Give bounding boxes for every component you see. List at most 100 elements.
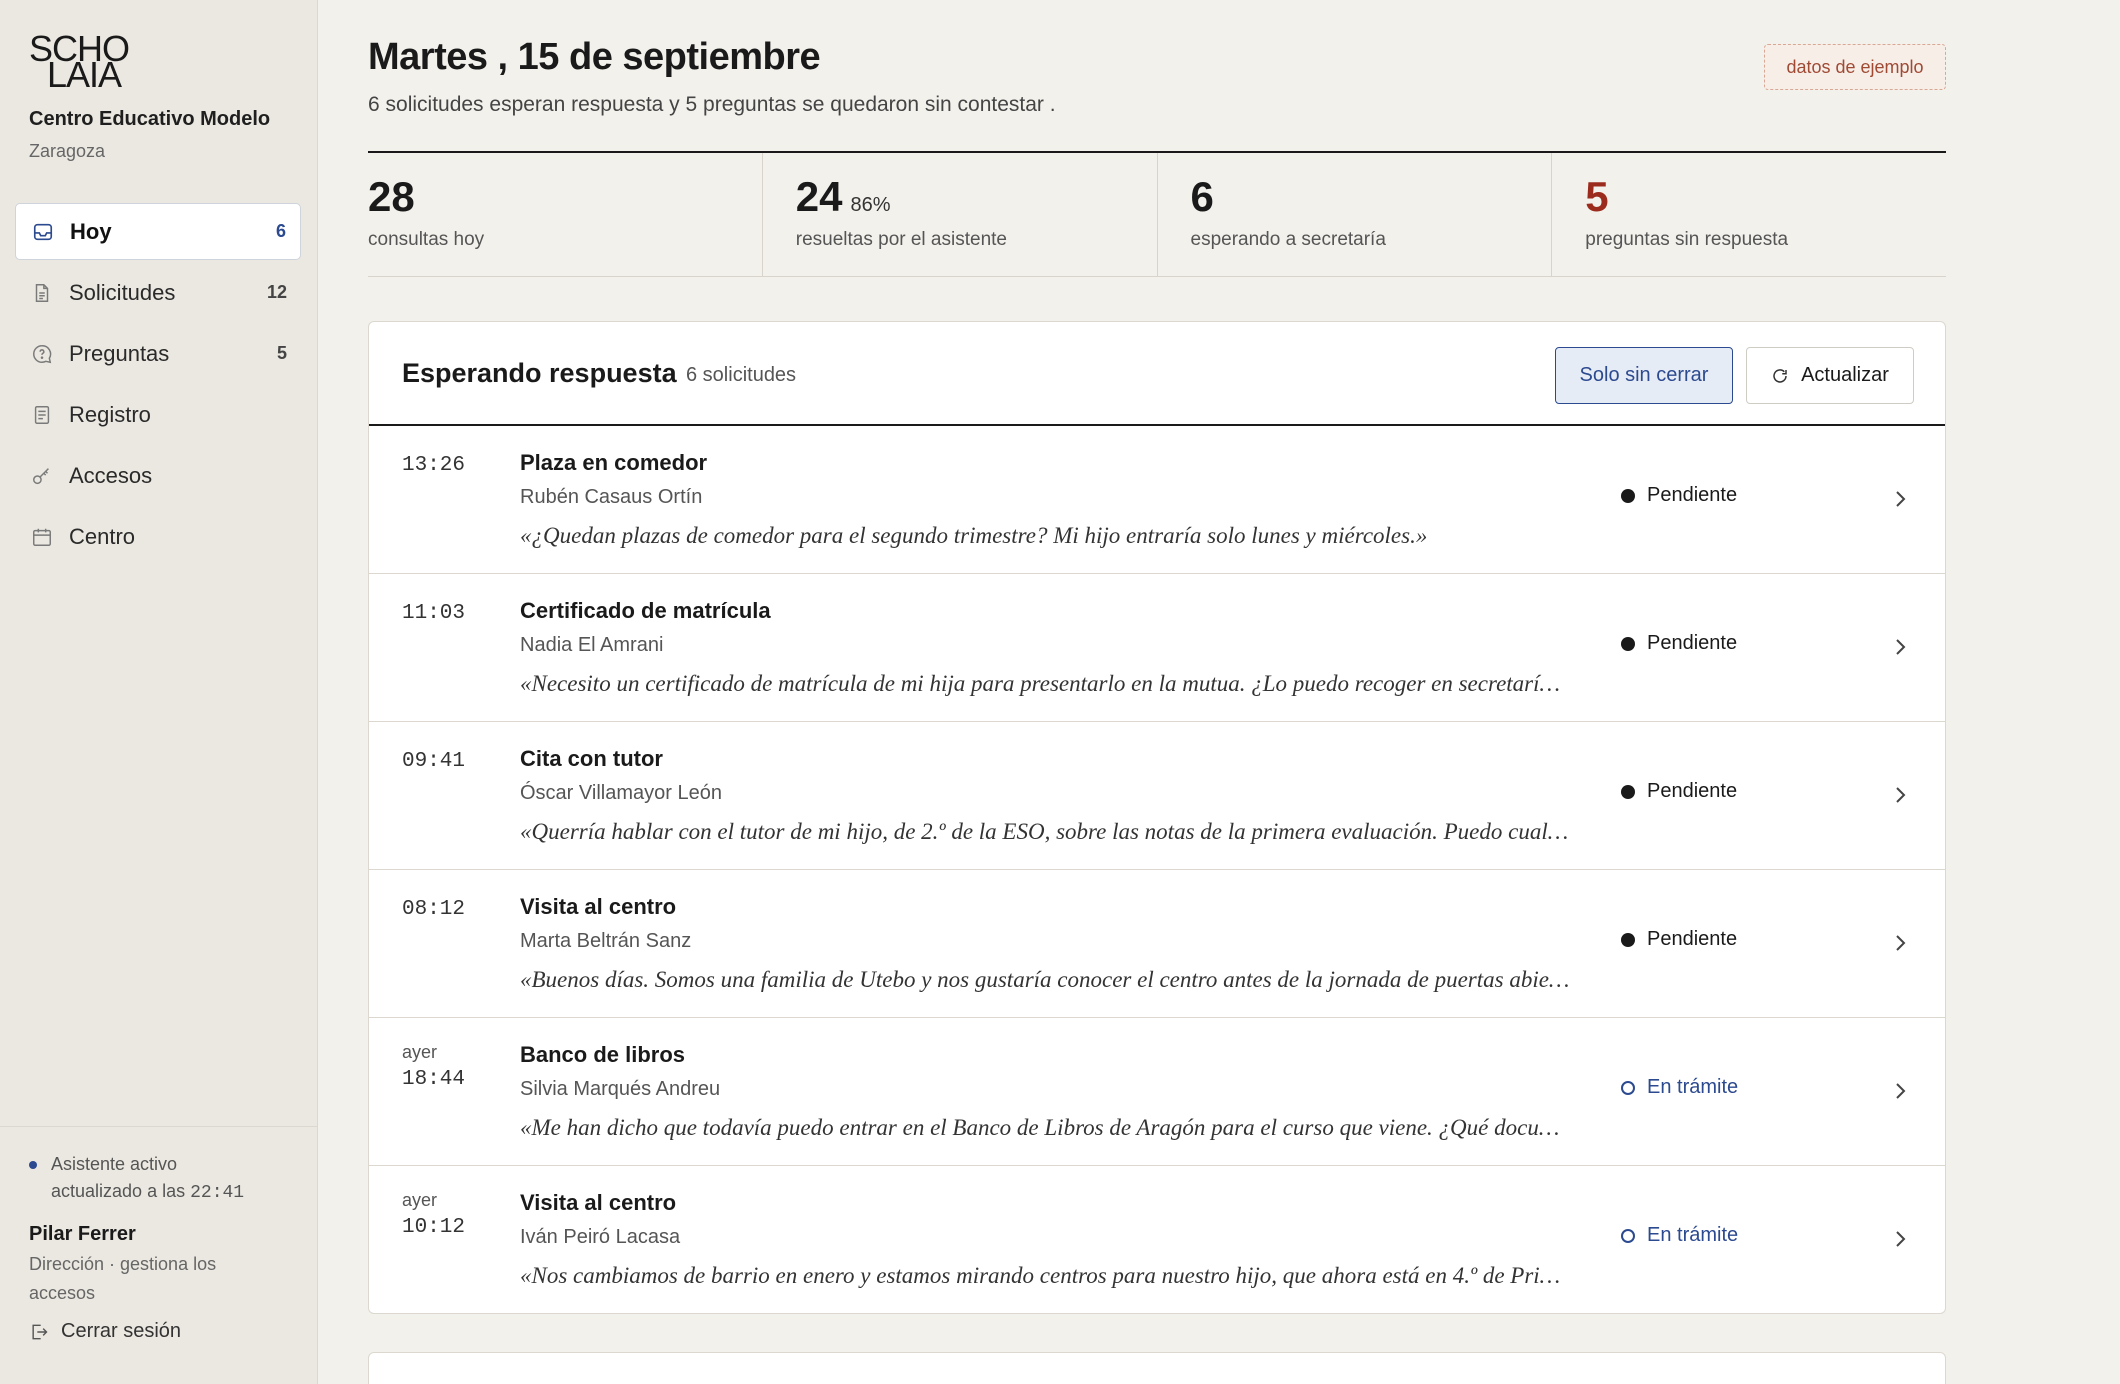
logout-button[interactable]: Cerrar sesión <box>29 1320 289 1343</box>
request-quote: «Necesito un certificado de matrícula de… <box>520 671 1560 696</box>
status-badge: En trámite <box>1621 1224 1738 1247</box>
refresh-button[interactable]: Actualizar <box>1746 347 1914 404</box>
status-time: 22:41 <box>190 1183 245 1203</box>
assistant-status: Asistente activo actualizado a las 22:41 <box>29 1151 289 1207</box>
status-label: En trámite <box>1647 1076 1739 1098</box>
chevron-right-icon[interactable] <box>1892 636 1908 658</box>
sidebar-item-solicitudes[interactable]: Solicitudes 12 <box>15 264 301 321</box>
request-subject: Certificado de matrícula <box>520 598 771 623</box>
sidebar-item-label: Preguntas <box>69 340 170 366</box>
status-label: En trámite <box>1647 1224 1739 1246</box>
sidebar-item-preguntas[interactable]: Preguntas 5 <box>15 325 301 382</box>
request-list: 13:26 Plaza en comedor Rubén Casaus Ortí… <box>369 426 1945 1313</box>
status-dot-icon <box>29 1161 37 1169</box>
sidebar-item-count: 6 <box>275 221 286 241</box>
request-subject: Visita al centro <box>520 1190 677 1215</box>
request-subject: Banco de libros <box>520 1042 686 1067</box>
stat-value: 24 86% <box>795 173 891 220</box>
status-label: Pendiente <box>1647 928 1738 950</box>
request-subject: Cita con tutor <box>520 746 663 771</box>
stat-value: 5 <box>1585 173 1609 220</box>
document-icon <box>31 282 53 304</box>
page-subtitle: 6 solicitudes esperan respuesta y 5 preg… <box>368 93 1056 116</box>
sidebar-item-registro[interactable]: Registro <box>15 386 301 443</box>
status-dot-icon <box>1621 784 1635 799</box>
refresh-icon <box>1771 367 1789 385</box>
request-quote: «Me han dicho que todavía puedo entrar e… <box>520 1115 1560 1140</box>
status-badge: En trámite <box>1621 1076 1738 1099</box>
next-panel <box>368 1352 1946 1384</box>
chevron-right-icon[interactable] <box>1892 1228 1908 1250</box>
sidebar-item-label: Hoy <box>70 218 112 244</box>
request-day: ayer <box>402 1042 438 1062</box>
request-time: 13:26 <box>402 454 466 477</box>
request-requester: Iván Peiró Lacasa <box>520 1226 681 1248</box>
sidebar: SCHO LAIA Centro Educativo Modelo Zarago… <box>0 0 318 1384</box>
request-requester: Silvia Marqués Andreu <box>520 1078 721 1100</box>
request-quote: «Querría hablar con el tutor de mi hijo,… <box>520 819 1569 844</box>
status-badge: Pendiente <box>1621 780 1737 803</box>
request-requester: Óscar Villamayor León <box>520 782 722 804</box>
logo: SCHO LAIA <box>29 30 144 93</box>
request-time: 09:41 <box>402 750 466 773</box>
sidebar-item-label: Accesos <box>69 462 153 488</box>
request-time: 18:44 <box>402 1068 466 1091</box>
request-row[interactable]: 08:12 Visita al centro Marta Beltrán San… <box>369 870 1945 1018</box>
sample-data-badge: datos de ejemplo <box>1764 44 1946 90</box>
stat-consultas: 28 consultas hoy <box>368 153 763 276</box>
logout-label: Cerrar sesión <box>61 1320 182 1342</box>
request-quote: «Buenos días. Somos una familia de Utebo… <box>520 967 1570 992</box>
calendar-icon <box>31 526 53 548</box>
status-dot-icon <box>1621 1080 1635 1095</box>
stat-percent: 86% <box>850 194 891 216</box>
chevron-right-icon[interactable] <box>1892 784 1908 806</box>
sidebar-item-hoy[interactable]: Hoy 6 <box>15 203 301 260</box>
user-role: Dirección · gestiona los accesos <box>29 1254 217 1303</box>
sidebar-nav: Hoy 6 Solicitudes 12 Preguntas 5 Registr… <box>15 203 301 569</box>
stat-label: esperando a secretaría <box>1190 229 1386 250</box>
sidebar-item-label: Solicitudes <box>69 279 176 305</box>
stat-label: resueltas por el asistente <box>795 229 1007 250</box>
request-time: 11:03 <box>402 602 466 625</box>
user-name: Pilar Ferrer <box>29 1223 136 1245</box>
request-subject: Plaza en comedor <box>520 450 708 475</box>
sidebar-item-label: Registro <box>69 401 151 427</box>
request-subject: Visita al centro <box>520 894 677 919</box>
chevron-right-icon[interactable] <box>1892 1080 1908 1102</box>
request-row[interactable]: 11:03 Certificado de matrícula Nadia El … <box>369 574 1945 722</box>
panel-title: Esperando respuesta <box>402 358 677 388</box>
request-quote: «Nos cambiamos de barrio en enero y esta… <box>520 1263 1561 1288</box>
org-city: Zaragoza <box>29 141 106 161</box>
inbox-icon <box>32 221 54 243</box>
request-row[interactable]: 13:26 Plaza en comedor Rubén Casaus Ortí… <box>369 426 1945 574</box>
page-title: Martes , 15 de septiembre <box>368 36 821 78</box>
stat-resueltas: 24 86% resueltas por el asistente <box>763 153 1158 276</box>
request-requester: Rubén Casaus Ortín <box>520 486 703 508</box>
key-icon <box>31 465 53 487</box>
chevron-right-icon[interactable] <box>1892 932 1908 954</box>
chevron-right-icon[interactable] <box>1892 488 1908 510</box>
sidebar-item-accesos[interactable]: Accesos <box>15 447 301 504</box>
panel-count: 6 solicitudes <box>686 364 797 386</box>
waiting-panel: Esperando respuesta 6 solicitudes Solo s… <box>368 321 1946 1314</box>
request-time: 08:12 <box>402 898 466 921</box>
request-row[interactable]: 09:41 Cita con tutor Óscar Villamayor Le… <box>369 722 1945 870</box>
sidebar-item-label: Centro <box>69 523 136 549</box>
request-row[interactable]: ayer 18:44 Banco de libros Silvia Marqué… <box>369 1018 1945 1166</box>
stat-label: consultas hoy <box>368 229 485 250</box>
request-requester: Nadia El Amrani <box>520 634 664 656</box>
chat-question-icon <box>31 343 53 365</box>
only-open-filter-button[interactable]: Solo sin cerrar <box>1555 347 1733 404</box>
request-row[interactable]: ayer 10:12 Visita al centro Iván Peiró L… <box>369 1166 1945 1313</box>
status-badge: Pendiente <box>1621 928 1737 951</box>
refresh-label: Actualizar <box>1801 364 1889 386</box>
panel-header: Esperando respuesta 6 solicitudes Solo s… <box>369 322 1945 426</box>
status-label: Pendiente <box>1647 484 1738 506</box>
stat-value: 28 <box>368 173 415 220</box>
sidebar-item-count: 5 <box>276 343 287 363</box>
stat-preguntas: 5 preguntas sin respuesta <box>1552 153 1946 276</box>
request-day: ayer <box>402 1190 438 1210</box>
sidebar-item-centro[interactable]: Centro <box>15 508 301 565</box>
ledger-icon <box>31 404 53 426</box>
status-line-2: actualizado a las <box>51 1181 191 1201</box>
